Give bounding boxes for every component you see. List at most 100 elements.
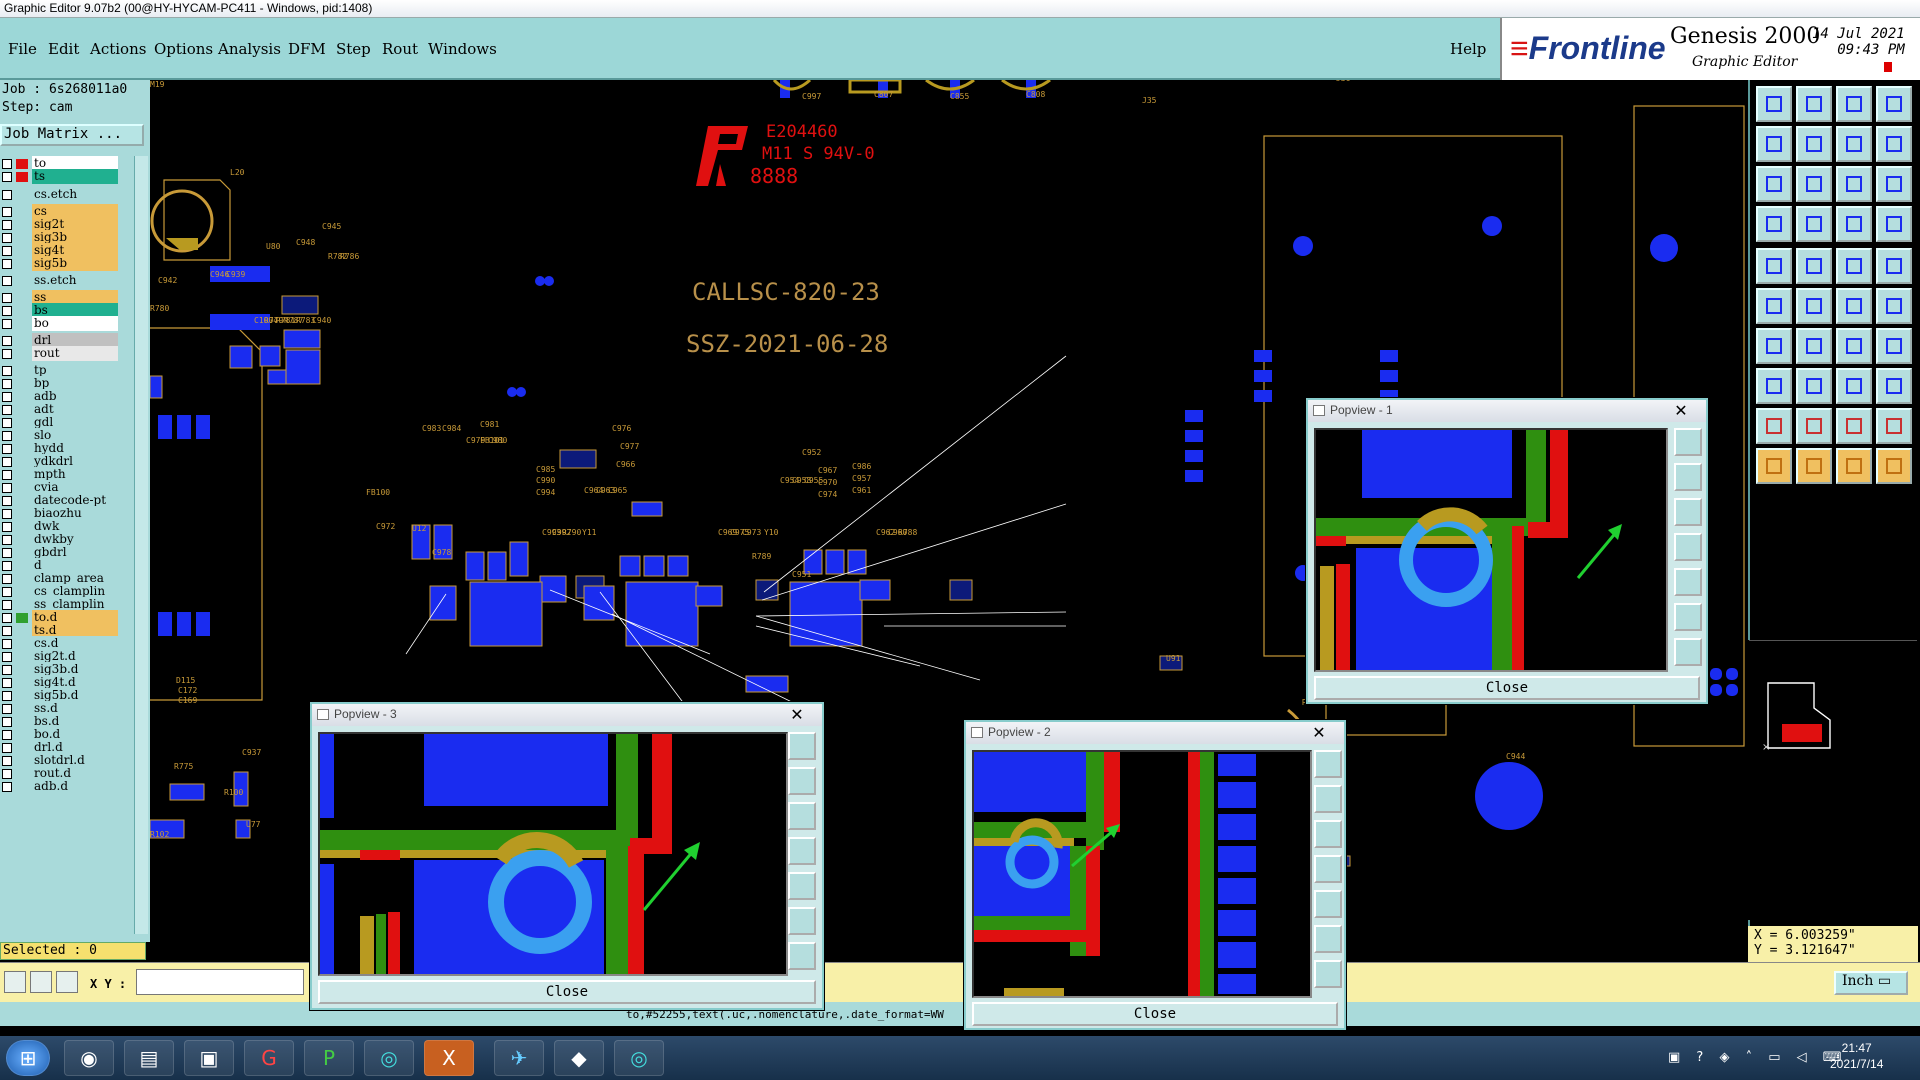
layer-checkbox[interactable]: [2, 587, 12, 597]
pointer3-icon[interactable]: [1836, 448, 1872, 484]
triangle-icon[interactable]: [1756, 408, 1792, 444]
layer-checkbox[interactable]: [2, 172, 12, 182]
zoom-tool[interactable]: [1674, 463, 1702, 491]
measure-tool-button[interactable]: [30, 971, 52, 993]
layer-checkbox[interactable]: [2, 522, 12, 532]
layer-row[interactable]: rout: [0, 346, 118, 361]
layer-checkbox[interactable]: [2, 379, 12, 389]
zoom-tool[interactable]: [1314, 855, 1342, 883]
layer-checkbox[interactable]: [2, 159, 12, 169]
menu-windows[interactable]: Windows: [428, 40, 497, 58]
popview-2-window[interactable]: Popview - 2 ✕ Close: [964, 720, 1346, 1030]
zoom-out-icon[interactable]: [1796, 86, 1832, 122]
connect-icon[interactable]: [1756, 288, 1792, 324]
menu-analysis[interactable]: Analysis: [218, 40, 281, 58]
move-icon[interactable]: [1796, 288, 1832, 324]
popview-1-close-button[interactable]: Close: [1314, 676, 1700, 700]
layer-checkbox[interactable]: [2, 509, 12, 519]
menu-edit[interactable]: Edit: [48, 40, 79, 58]
layer-icon[interactable]: [1836, 206, 1872, 242]
taskbar-app-genesis-red[interactable]: G: [244, 1040, 294, 1076]
grid-icon[interactable]: [1796, 206, 1832, 242]
zoom-tool[interactable]: [1674, 568, 1702, 596]
triangle2-icon[interactable]: [1796, 408, 1832, 444]
zoom-tool[interactable]: [1674, 498, 1702, 526]
zoom-tool[interactable]: [788, 767, 816, 795]
layer-checkbox[interactable]: [2, 259, 12, 269]
pointer2-icon[interactable]: [1796, 448, 1832, 484]
layer-checkbox[interactable]: [2, 548, 12, 558]
layer-checkbox[interactable]: [2, 730, 12, 740]
fit-icon[interactable]: [1756, 166, 1792, 202]
system-tray[interactable]: ▣ ? ◈ ˄ ▭ ◁ ⌨: [1668, 1050, 1848, 1065]
popview-1-view[interactable]: [1314, 428, 1668, 672]
job-matrix-button[interactable]: Job Matrix ...: [0, 124, 144, 146]
overview-map[interactable]: ×: [1748, 640, 1918, 920]
taskbar-app-window[interactable]: ◆: [554, 1040, 604, 1076]
line-icon[interactable]: [1836, 248, 1872, 284]
layer-checkbox[interactable]: [2, 233, 12, 243]
feature-icon[interactable]: [1836, 368, 1872, 404]
layer-checkbox[interactable]: [2, 276, 12, 286]
home-icon[interactable]: [1836, 86, 1872, 122]
taskbar-app-genesis-green[interactable]: P: [304, 1040, 354, 1076]
taskbar-app-notepad[interactable]: ▤: [124, 1040, 174, 1076]
menu-options[interactable]: Options: [154, 40, 213, 58]
layer-checkbox[interactable]: [2, 190, 12, 200]
zoom-tool[interactable]: [788, 942, 816, 970]
zoom-tool[interactable]: [1674, 428, 1702, 456]
popview-3-close-icon[interactable]: ✕: [778, 705, 816, 724]
layer-checkbox[interactable]: [2, 431, 12, 441]
layer-checkbox[interactable]: [2, 665, 12, 675]
units-dropdown[interactable]: Inch ▭: [1834, 971, 1908, 995]
pan-right-icon[interactable]: [1796, 126, 1832, 162]
pointer-icon[interactable]: [1756, 448, 1792, 484]
layer-row[interactable]: bo: [0, 316, 118, 331]
arc-icon[interactable]: [1836, 328, 1872, 364]
layer-row[interactable]: adb.d: [0, 779, 118, 794]
taskbar-app-shell[interactable]: ◉: [64, 1040, 114, 1076]
taskbar-app-viewer[interactable]: ◎: [614, 1040, 664, 1076]
taskbar-app-bird[interactable]: ✈: [494, 1040, 544, 1076]
pad-icon[interactable]: [1756, 248, 1792, 284]
layer-checkbox[interactable]: [2, 769, 12, 779]
popview-3-window[interactable]: Popview - 3 ✕ Close: [310, 702, 824, 1010]
pan-left-icon[interactable]: [1756, 126, 1792, 162]
layer-checkbox[interactable]: [2, 457, 12, 467]
layer-checkbox[interactable]: [2, 782, 12, 792]
popview-3-close-button[interactable]: Close: [318, 980, 816, 1004]
layer-checkbox[interactable]: [2, 652, 12, 662]
taskbar-app-eye[interactable]: ◎: [364, 1040, 414, 1076]
layer-checkbox[interactable]: [2, 293, 12, 303]
popview-3-view[interactable]: [318, 732, 788, 976]
zoom-tool[interactable]: [788, 837, 816, 865]
triangle4-icon[interactable]: [1876, 408, 1912, 444]
zoom-tool[interactable]: [1314, 820, 1342, 848]
zoom-tool[interactable]: [1674, 533, 1702, 561]
add-icon[interactable]: [1836, 288, 1872, 324]
pointer4-icon[interactable]: [1876, 448, 1912, 484]
layer-checkbox[interactable]: [2, 246, 12, 256]
popview-2-close-icon[interactable]: ✕: [1300, 723, 1338, 742]
layer-checkbox[interactable]: [2, 678, 12, 688]
layer-checkbox[interactable]: [2, 704, 12, 714]
angle-draw-icon[interactable]: [1756, 328, 1792, 364]
layer-checkbox[interactable]: [2, 418, 12, 428]
layer-row[interactable]: sig5b: [0, 256, 118, 271]
layer-checkbox[interactable]: [2, 470, 12, 480]
popview-3-titlebar[interactable]: Popview - 3: [312, 704, 822, 726]
layer-row[interactable]: ts: [0, 169, 118, 184]
zoom-tool[interactable]: [1314, 925, 1342, 953]
layer-checkbox[interactable]: [2, 306, 12, 316]
layer-checkbox[interactable]: [2, 496, 12, 506]
layer-list-scrollbar[interactable]: [134, 156, 148, 934]
menu-help[interactable]: Help: [1450, 40, 1486, 58]
rotate-icon[interactable]: [1876, 288, 1912, 324]
layer-checkbox[interactable]: [2, 639, 12, 649]
layer-checkbox[interactable]: [2, 561, 12, 571]
layers-icon[interactable]: [1876, 206, 1912, 242]
snap-tool-button[interactable]: [4, 971, 26, 993]
popview-1-close-icon[interactable]: ✕: [1662, 401, 1700, 420]
taskbar-clock[interactable]: 21:47 2021/7/14: [1830, 1040, 1883, 1072]
taskbar-app-excel[interactable]: X: [424, 1040, 474, 1076]
